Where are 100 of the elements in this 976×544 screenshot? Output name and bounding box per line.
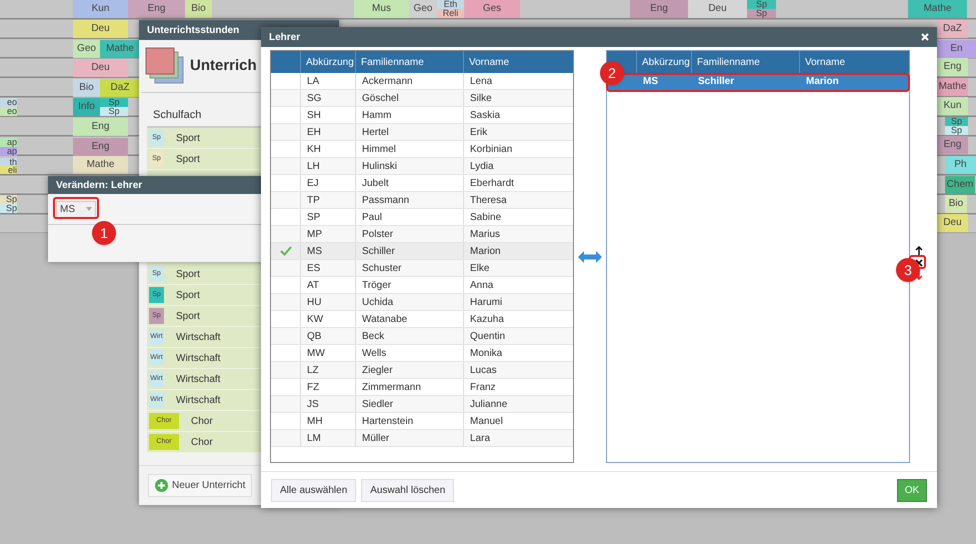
column-header[interactable]: Vorname (464, 51, 573, 73)
table-cell: Wells (356, 345, 464, 361)
table-cell: TP (301, 192, 356, 208)
subject-name: Sport (176, 152, 200, 166)
remove-icon[interactable] (915, 258, 923, 266)
subject-name: Wirtschaft (176, 394, 220, 408)
lesson-block: Deu (73, 59, 128, 77)
table-cell: LH (301, 158, 356, 174)
lesson-block: Deu (688, 0, 747, 18)
subject-name: Sport (176, 268, 200, 282)
highlight-frame (53, 197, 99, 219)
lesson-block: Kun (937, 97, 968, 115)
stacked-squares-icon (145, 47, 185, 85)
new-lesson-button[interactable]: Neuer Unterricht (148, 474, 252, 497)
table-cell-text: Marius (469, 228, 502, 242)
lesson-block: Reli (437, 9, 464, 18)
table-cell: ES (301, 260, 356, 276)
table-cell-text: Kazuha (469, 312, 505, 326)
footer-button[interactable]: Auswahl löschen (361, 478, 454, 502)
lesson-block: Mathe (100, 40, 140, 58)
table-cell: MP (301, 226, 356, 242)
lesson-block: Deu (73, 20, 128, 38)
table-cell-text: Franz (469, 380, 497, 394)
lesson-block: Ges (464, 0, 520, 18)
table-cell-text: Julianne (469, 398, 508, 412)
table-cell-text: Lydia (469, 160, 495, 174)
table-cell-text: Quentin (469, 330, 506, 344)
ok-button[interactable]: OK (897, 478, 927, 502)
table-cell: JS (301, 396, 356, 412)
table-cell: LA (301, 73, 356, 89)
table-cell: Passmann (356, 192, 464, 208)
check-icon (280, 246, 292, 256)
teacher-select[interactable]: MS (56, 200, 96, 218)
lesson-block: eo (0, 107, 17, 116)
close-icon[interactable] (921, 33, 929, 41)
lesson-block: Eth (437, 0, 464, 9)
table-cell: KH (301, 141, 356, 157)
table-cell: Schiller (356, 243, 464, 259)
lesson-block: Eng (73, 138, 128, 156)
table-cell: EH (301, 124, 356, 140)
lesson-block: Geo (409, 0, 437, 18)
table-cell: Göschel (356, 90, 464, 106)
lesson-block: Deu (937, 214, 968, 232)
lesson-block: DaZ (100, 79, 140, 97)
subject-name: Wirtschaft (176, 372, 220, 386)
table-cell: Hulinski (356, 158, 464, 174)
lesson-block: Info (73, 98, 100, 116)
table-cell-text: Marion (469, 244, 502, 258)
table-cell-text: Lucas (469, 364, 498, 378)
table-cell: Hamm (356, 107, 464, 123)
lesson-block: Eng (630, 0, 688, 18)
table-cell: Ackermann (356, 73, 464, 89)
table-cell: Müller (356, 430, 464, 446)
table-cell-text: Lena (469, 74, 494, 88)
lesson-block: Sp (0, 195, 17, 204)
table-cell: HU (301, 294, 356, 310)
table-cell: LM (301, 430, 356, 446)
table-cell-text: Monika (469, 346, 504, 360)
column-header[interactable]: Vorname (800, 51, 909, 73)
double-arrow-icon[interactable] (578, 250, 602, 262)
lesson-block: Geo (73, 40, 100, 58)
table-cell: MW (301, 345, 356, 361)
table-cell: LZ (301, 362, 356, 378)
lesson-block: ap (0, 147, 17, 156)
lesson-block: th (0, 158, 17, 166)
table-cell: Siedler (356, 396, 464, 412)
table-cell: Himmel (356, 141, 464, 157)
column-header[interactable]: Abkürzung (637, 51, 692, 73)
lesson-block: Sp (747, 9, 776, 18)
caret-icon (86, 207, 92, 211)
table-cell: SP (301, 209, 356, 225)
table-cell: Ziegler (356, 362, 464, 378)
subject-name: Wirtschaft (176, 330, 220, 344)
footer-button[interactable]: Alle auswählen (271, 478, 356, 502)
lesson-block: Chem (945, 176, 975, 194)
arrow-up-icon[interactable] (915, 246, 923, 256)
table-cell: Beck (356, 328, 464, 344)
table-cell: MS (301, 243, 356, 259)
lesson-block: Ph (945, 156, 976, 174)
table-cell: SG (301, 90, 356, 106)
lesson-block: DaZ (937, 20, 968, 38)
lesson-block: Eng (73, 118, 128, 136)
lesson-block: Sp (100, 107, 128, 116)
subject-name: Sport (176, 132, 200, 146)
table-cell: Jubelt (356, 175, 464, 191)
lesson-block: Sp (100, 98, 128, 107)
subject-name: Chor (191, 414, 213, 428)
table-cell: MH (301, 413, 356, 429)
column-header[interactable]: Familienname (692, 51, 800, 73)
lesson-block: Bio (73, 79, 100, 97)
table-cell-text: Anna (469, 278, 494, 292)
subject-name: Wirtschaft (176, 352, 220, 366)
table-cell-text: Saskia (469, 108, 502, 122)
table-cell: Schuster (356, 260, 464, 276)
table-cell: AT (301, 277, 356, 293)
table-cell-text: Elke (469, 262, 490, 276)
table-cell: Paul (356, 209, 464, 225)
lesson-block: Sp (747, 0, 776, 9)
table-cell-text: Manuel (469, 414, 504, 428)
table-cell: QB (301, 328, 356, 344)
